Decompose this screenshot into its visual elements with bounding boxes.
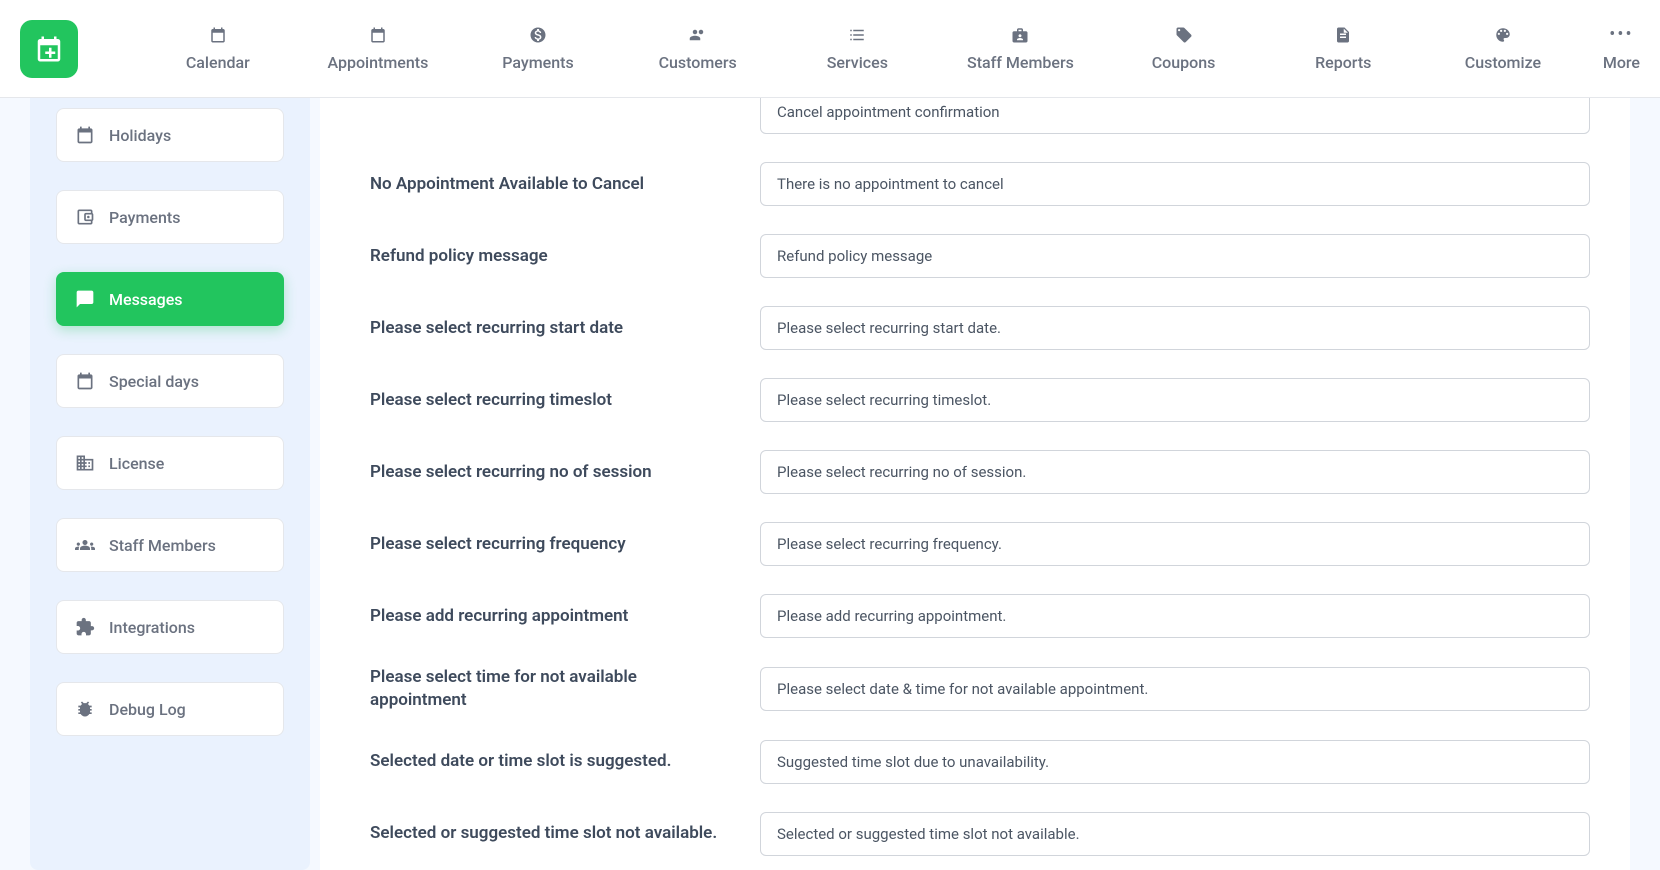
- form-row: Selected date or time slot is suggested.: [370, 740, 1590, 784]
- puzzle-icon: [75, 617, 95, 637]
- nav-label: Appointments: [328, 53, 429, 72]
- users-icon: [75, 535, 95, 555]
- nav-label: Customers: [659, 53, 737, 72]
- sidebar-label: Debug Log: [109, 700, 186, 719]
- nav-label: Calendar: [186, 53, 250, 72]
- nav-services[interactable]: Services: [807, 25, 907, 72]
- form-label: Please select recurring frequency: [370, 533, 730, 556]
- form-row: Please select recurring start date: [370, 306, 1590, 350]
- form-label: Selected date or time slot is suggested.: [370, 750, 730, 773]
- more-icon: •••: [1609, 25, 1633, 45]
- form-row: Please select recurring no of session: [370, 450, 1590, 494]
- building-icon: [75, 453, 95, 473]
- top-nav: Calendar Appointments Payments Customers…: [0, 0, 1660, 98]
- form-row: Please select time for not available app…: [370, 666, 1590, 712]
- tag-icon: [1174, 25, 1194, 45]
- app-logo[interactable]: [20, 20, 78, 78]
- nav-customers[interactable]: Customers: [648, 25, 748, 72]
- sidebar-item-messages[interactable]: Messages: [56, 272, 284, 326]
- sidebar-item-staff[interactable]: Staff Members: [56, 518, 284, 572]
- nav-customize[interactable]: Customize: [1453, 25, 1553, 72]
- form-label: Refund policy message: [370, 245, 730, 268]
- nav-calendar[interactable]: Calendar: [168, 25, 268, 72]
- nav-label: More: [1603, 53, 1640, 72]
- sidebar-item-payments[interactable]: Payments: [56, 190, 284, 244]
- document-icon: [1333, 25, 1353, 45]
- form-label: Please add recurring appointment: [370, 605, 730, 628]
- form-label: Please select recurring timeslot: [370, 389, 730, 412]
- nav-staff[interactable]: Staff Members: [967, 25, 1074, 72]
- sidebar-item-holidays[interactable]: Holidays: [56, 108, 284, 162]
- logo-icon: [34, 34, 64, 64]
- form-label: Please select time for not available app…: [370, 666, 730, 712]
- form-label: Please select recurring no of session: [370, 461, 730, 484]
- dollar-icon: [528, 25, 548, 45]
- nav-label: Reports: [1315, 53, 1371, 72]
- calendar-icon: [75, 125, 95, 145]
- chat-icon: [75, 289, 95, 309]
- sidebar-label: Holidays: [109, 126, 171, 145]
- sidebar-label: Staff Members: [109, 536, 216, 555]
- form-label: Selected or suggested time slot not avai…: [370, 822, 730, 845]
- nav-label: Customize: [1465, 53, 1541, 72]
- nav-label: Payments: [502, 53, 573, 72]
- nav-more[interactable]: ••• More: [1603, 25, 1640, 72]
- sidebar-item-debug[interactable]: Debug Log: [56, 682, 284, 736]
- nav-label: Staff Members: [967, 53, 1074, 72]
- nav-coupons[interactable]: Coupons: [1134, 25, 1234, 72]
- form-row: Please select recurring frequency: [370, 522, 1590, 566]
- form-label: No Appointment Available to Cancel: [370, 173, 730, 196]
- list-icon: [847, 25, 867, 45]
- sidebar-label: Integrations: [109, 618, 195, 637]
- form-row: Please select recurring timeslot: [370, 378, 1590, 422]
- content-area: No Appointment Available to Cancel Refun…: [320, 98, 1630, 870]
- message-input[interactable]: [760, 522, 1590, 566]
- message-input[interactable]: [760, 98, 1590, 134]
- form-row: Selected or suggested time slot not avai…: [370, 812, 1590, 856]
- wallet-icon: [75, 207, 95, 227]
- form-row: Please add recurring appointment: [370, 594, 1590, 638]
- sidebar-label: Messages: [109, 290, 183, 309]
- message-input[interactable]: [760, 740, 1590, 784]
- form-row: Refund policy message: [370, 234, 1590, 278]
- message-input[interactable]: [760, 378, 1590, 422]
- nav-appointments[interactable]: Appointments: [328, 25, 429, 72]
- message-input[interactable]: [760, 234, 1590, 278]
- users-icon: [688, 25, 708, 45]
- main-container: Holidays Payments Messages Special days: [0, 98, 1660, 870]
- message-input[interactable]: [760, 306, 1590, 350]
- sidebar-label: Special days: [109, 372, 199, 391]
- message-input[interactable]: [760, 667, 1590, 711]
- nav-payments[interactable]: Payments: [488, 25, 588, 72]
- nav-label: Coupons: [1152, 53, 1216, 72]
- badge-icon: [1010, 25, 1030, 45]
- sidebar-item-integrations[interactable]: Integrations: [56, 600, 284, 654]
- sidebar-label: Payments: [109, 208, 180, 227]
- sidebar-item-license[interactable]: License: [56, 436, 284, 490]
- palette-icon: [1493, 25, 1513, 45]
- bug-icon: [75, 699, 95, 719]
- nav-reports[interactable]: Reports: [1293, 25, 1393, 72]
- nav-items: Calendar Appointments Payments Customers…: [138, 25, 1583, 72]
- calendar-icon: [75, 371, 95, 391]
- message-input[interactable]: [760, 162, 1590, 206]
- calendar-icon: [208, 25, 228, 45]
- nav-label: Services: [827, 53, 888, 72]
- calendar-check-icon: [368, 25, 388, 45]
- form-label: Please select recurring start date: [370, 317, 730, 340]
- message-input[interactable]: [760, 450, 1590, 494]
- sidebar-label: License: [109, 454, 164, 473]
- form-row: [370, 98, 1590, 134]
- message-input[interactable]: [760, 594, 1590, 638]
- form-row: No Appointment Available to Cancel: [370, 162, 1590, 206]
- sidebar-item-special-days[interactable]: Special days: [56, 354, 284, 408]
- message-input[interactable]: [760, 812, 1590, 856]
- settings-sidebar: Holidays Payments Messages Special days: [30, 98, 310, 870]
